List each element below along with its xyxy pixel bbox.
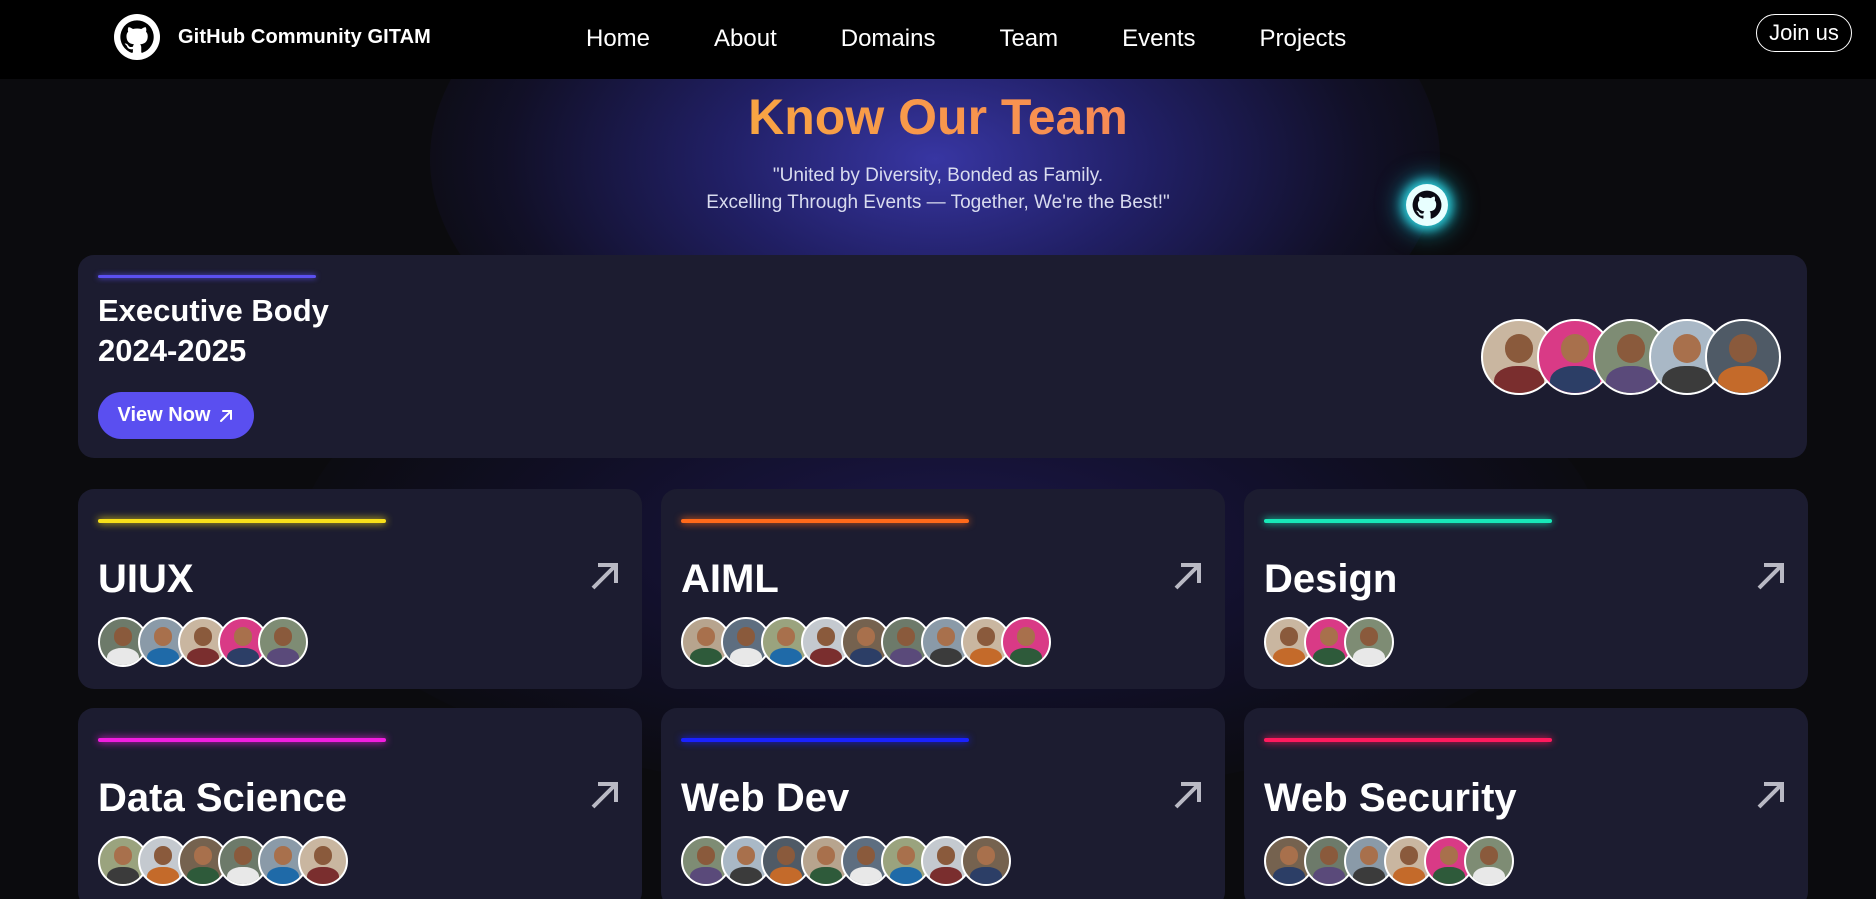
card-avatar-group — [1264, 617, 1394, 667]
card-title: Data Science — [98, 776, 348, 820]
card-avatar-group — [98, 617, 308, 667]
github-icon — [1412, 190, 1442, 219]
executive-title-line-2: 2024-2025 — [98, 333, 247, 368]
avatar — [961, 836, 1011, 886]
nav-projects[interactable]: Projects — [1260, 24, 1347, 54]
domain-card-uiux[interactable]: UIUX — [78, 489, 642, 689]
executive-body-card[interactable]: Executive Body 2024-2025 View Now — [78, 255, 1807, 458]
domain-card-data-science[interactable]: Data Science — [78, 708, 642, 899]
github-icon — [114, 14, 160, 60]
card-accent-line — [1264, 738, 1552, 742]
brand[interactable]: GitHub Community GITAM — [114, 14, 431, 60]
view-now-button[interactable]: View Now — [98, 392, 254, 439]
card-accent-line — [681, 519, 969, 523]
nav-home[interactable]: Home — [586, 24, 650, 54]
avatar — [298, 836, 348, 886]
executive-title-line-1: Executive Body — [98, 293, 329, 328]
domain-card-web-dev[interactable]: Web Dev — [661, 708, 1225, 899]
view-now-label: View Now — [117, 404, 211, 426]
executive-avatar-group — [1481, 319, 1781, 395]
card-accent-line — [98, 519, 386, 523]
arrow-up-right-icon[interactable] — [588, 778, 622, 812]
page-subtitle: "United by Diversity, Bonded as Family. … — [0, 162, 1876, 216]
arrow-up-right-icon[interactable] — [1754, 559, 1788, 593]
card-avatar-group — [681, 836, 1011, 886]
avatar — [1001, 617, 1051, 667]
card-avatar-group — [1264, 836, 1514, 886]
nav-team[interactable]: Team — [999, 24, 1058, 54]
arrow-up-right-icon[interactable] — [1171, 778, 1205, 812]
executive-title: Executive Body 2024-2025 — [98, 291, 329, 371]
avatar — [1344, 617, 1394, 667]
avatar — [1705, 319, 1781, 395]
navbar: GitHub Community GITAM Home About Domain… — [0, 0, 1876, 79]
nav-events[interactable]: Events — [1122, 24, 1195, 54]
domain-card-aiml[interactable]: AIML — [661, 489, 1225, 689]
card-title: UIUX — [98, 557, 194, 601]
card-title: Web Dev — [681, 776, 850, 820]
page-title: Know Our Team — [0, 88, 1876, 146]
card-title: Design — [1264, 557, 1398, 601]
domain-card-web-security[interactable]: Web Security — [1244, 708, 1808, 899]
nav-links: Home About Domains Team Events Projects — [586, 24, 1410, 54]
nav-about[interactable]: About — [714, 24, 777, 54]
card-avatar-group — [681, 617, 1051, 667]
arrow-up-right-icon[interactable] — [1754, 778, 1788, 812]
subtitle-line-1: "United by Diversity, Bonded as Family. — [772, 165, 1104, 186]
arrow-up-right-icon[interactable] — [1171, 559, 1205, 593]
nav-domains[interactable]: Domains — [841, 24, 936, 54]
avatar — [258, 617, 308, 667]
card-accent-line — [681, 738, 969, 742]
brand-name: GitHub Community GITAM — [178, 25, 431, 48]
floating-github-button[interactable] — [1406, 184, 1448, 226]
card-title: Web Security — [1264, 776, 1517, 820]
avatar — [1464, 836, 1514, 886]
arrow-up-right-icon — [219, 409, 232, 422]
card-avatar-group — [98, 836, 348, 886]
executive-accent-line — [98, 275, 316, 278]
card-accent-line — [1264, 519, 1552, 523]
card-accent-line — [98, 738, 386, 742]
join-us-button[interactable]: Join us — [1756, 14, 1852, 52]
arrow-up-right-icon[interactable] — [588, 559, 622, 593]
domain-card-design[interactable]: Design — [1244, 489, 1808, 689]
subtitle-line-2: Excelling Through Events — Together, We'… — [706, 192, 1170, 213]
card-title: AIML — [681, 557, 779, 601]
